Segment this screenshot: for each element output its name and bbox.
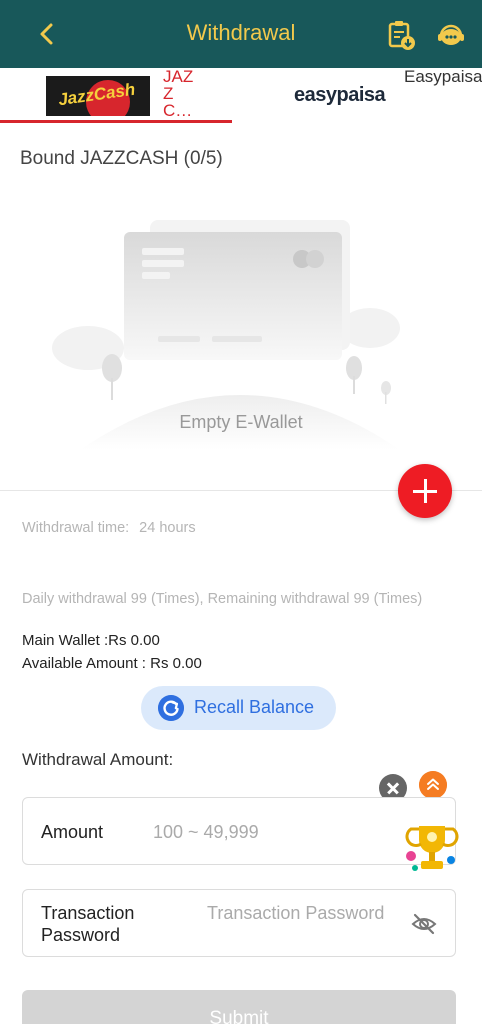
empty-wallet-label: Empty E-Wallet <box>179 412 303 432</box>
main-wallet-balance: Main Wallet :Rs 0.00 <box>22 632 160 649</box>
add-wallet-button[interactable] <box>398 464 452 518</box>
trophy-icon[interactable] <box>405 818 459 876</box>
transaction-password-input[interactable]: Transaction Password <box>207 902 387 924</box>
customer-service-icon[interactable] <box>434 18 468 52</box>
easypaisa-logo: easypaisa <box>294 84 386 106</box>
withdrawal-amount-title: Withdrawal Amount: <box>22 750 174 769</box>
clipboard-download-icon[interactable] <box>384 18 418 52</box>
transaction-password-field: Transaction Password Transaction Passwor… <box>22 889 456 957</box>
payment-method-tabs: JazzCash JAZZ C… easypaisa Easypaisa <box>0 68 482 126</box>
recall-balance-button[interactable]: Recall Balance <box>141 686 336 730</box>
transaction-password-label: Transaction Password <box>41 903 135 945</box>
tab-jazzcash-label: JAZZ C… <box>163 67 194 120</box>
amount-field: Amount <box>22 797 456 865</box>
app-header: Withdrawal <box>0 0 482 68</box>
recall-balance-label: Recall Balance <box>194 697 315 717</box>
withdrawal-time: Withdrawal time: 24 hours <box>22 520 196 536</box>
eye-off-icon[interactable] <box>411 912 437 936</box>
submit-label: Submit <box>209 1008 269 1024</box>
withdrawal-time-label: Withdrawal time: <box>22 520 130 536</box>
active-tab-indicator <box>0 120 232 123</box>
amount-input[interactable] <box>153 818 373 846</box>
tab-easypaisa-label: Easypaisa <box>404 67 482 86</box>
scroll-top-icon[interactable] <box>419 771 447 799</box>
withdrawal-time-value: 24 hours <box>139 520 196 536</box>
bound-wallet-title: Bound JAZZCASH (0/5) <box>20 148 223 169</box>
available-amount: Available Amount : Rs 0.00 <box>22 655 202 672</box>
jazzcash-logo: JazzCash <box>46 76 150 116</box>
tab-jazzcash[interactable]: JazzCash JAZZ C… <box>0 68 240 126</box>
amount-label: Amount <box>41 822 104 842</box>
daily-withdrawal-limit: Daily withdrawal 99 (Times), Remaining w… <box>22 591 423 607</box>
refresh-icon <box>158 695 184 721</box>
tab-easypaisa[interactable]: easypaisa Easypaisa <box>240 68 482 126</box>
submit-button[interactable]: Submit <box>22 990 456 1024</box>
